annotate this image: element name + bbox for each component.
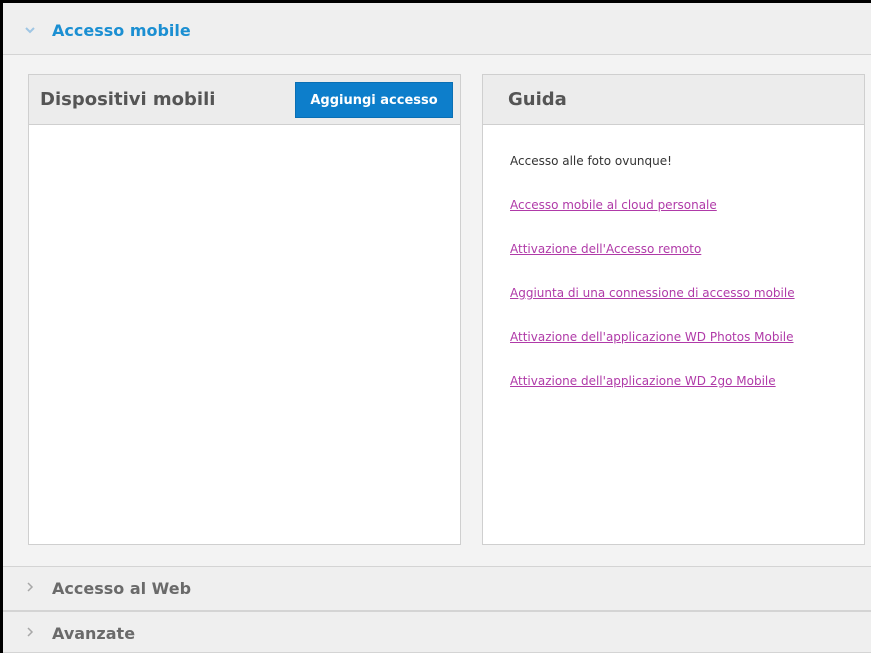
section-header-web-access[interactable]: Accesso al Web	[3, 566, 871, 611]
help-intro-text: Accesso alle foto ovunque!	[510, 154, 672, 168]
chevron-right-icon	[22, 624, 38, 640]
help-link-remote-access[interactable]: Attivazione dell'Accesso remoto	[510, 241, 850, 257]
add-access-button[interactable]: Aggiungi accesso	[295, 82, 453, 118]
help-link-mobile-cloud[interactable]: Accesso mobile al cloud personale	[510, 197, 850, 213]
help-panel-title: Guida	[508, 89, 567, 110]
section-title: Avanzate	[52, 624, 136, 643]
help-link-wd-photos[interactable]: Attivazione dell'applicazione WD Photos …	[510, 329, 850, 345]
devices-panel-title: Dispositivi mobili	[40, 89, 216, 110]
help-link-add-connection[interactable]: Aggiunta di una connessione di accesso m…	[510, 285, 850, 301]
mobile-access-content: Dispositivi mobili Aggiungi accesso Guid…	[3, 55, 871, 566]
devices-panel-header: Dispositivi mobili Aggiungi accesso	[29, 75, 460, 125]
help-panel-header: Guida	[483, 75, 864, 125]
section-header-mobile-access[interactable]: Accesso mobile	[3, 3, 871, 55]
section-title: Accesso al Web	[52, 579, 192, 598]
help-link-wd-2go[interactable]: Attivazione dell'applicazione WD 2go Mob…	[510, 373, 850, 389]
section-header-advanced[interactable]: Avanzate	[3, 611, 871, 653]
chevron-right-icon	[22, 579, 38, 595]
chevron-down-icon	[22, 23, 38, 39]
help-content: Accesso alle foto ovunque! Accesso mobil…	[510, 153, 850, 417]
devices-panel: Dispositivi mobili Aggiungi accesso	[28, 74, 461, 545]
section-title: Accesso mobile	[52, 21, 191, 40]
help-panel: Guida Accesso alle foto ovunque! Accesso…	[482, 74, 865, 545]
